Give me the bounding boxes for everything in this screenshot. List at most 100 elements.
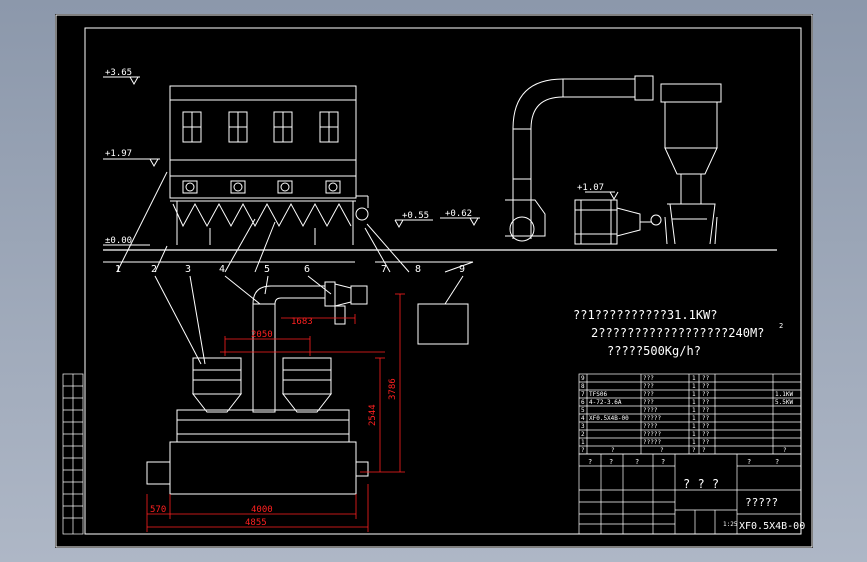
- parts-row-code: XF0.5X4B-00: [589, 415, 629, 422]
- parts-row-no: 5: [581, 407, 585, 414]
- parts-row-no: 4: [581, 415, 585, 422]
- title-small-label: ?: [747, 458, 751, 466]
- cyclone-separator: [650, 83, 722, 245]
- parts-row-qty: 1: [692, 415, 696, 422]
- parts-row-name: ???: [643, 383, 654, 390]
- parts-row-note: 5.5KW: [775, 399, 793, 406]
- dim-bed-length: 4000: [251, 505, 273, 515]
- parts-row-unit: ??: [702, 383, 710, 390]
- plan-dryer-body: [146, 409, 369, 495]
- parts-list-text: 9 ??? 1 ?? 8 ??? 1 ?? 7 TFS06 ??? 1 ?? 1…: [581, 375, 793, 454]
- callout-1: 1: [115, 264, 121, 275]
- drawing-number: XF0.5X4B-00: [739, 521, 805, 532]
- callout-2: 2: [151, 264, 157, 275]
- note-line-1: ??1??????????31.1KW?: [573, 308, 718, 322]
- parts-row-no: 1: [581, 439, 585, 446]
- parts-list-grid: [578, 373, 802, 455]
- plan-hoppers: [191, 357, 333, 413]
- level-fan-label: +1.07: [577, 183, 604, 193]
- parts-row-name: ?????: [643, 431, 661, 438]
- parts-row-unit: ??: [702, 439, 710, 446]
- callout-9: 9: [459, 264, 465, 275]
- parts-row-name: ????: [643, 423, 658, 430]
- parts-row-no: 8: [581, 383, 585, 390]
- title-small-label: ?: [609, 458, 613, 466]
- parts-row-name: ???: [643, 375, 654, 382]
- title-block-text: ? ? ? ? ? ? ? ? ? ????? 1:25 XF0.5X4B-00: [588, 458, 805, 532]
- parts-row-note: 1.1KW: [775, 391, 793, 398]
- parts-row-no: 9: [581, 375, 585, 382]
- level-mid-label: +1.97: [105, 149, 132, 159]
- parts-row-qty: 1: [692, 439, 696, 446]
- level-top-label: +3.65: [105, 68, 132, 78]
- dimension-text: 1683 2050 3786 2544 570 4000 4855: [150, 317, 398, 528]
- parts-row-unit: ??: [702, 375, 710, 382]
- level-marker-mid: +1.97: [103, 149, 160, 168]
- parts-header-col: ?: [581, 447, 585, 454]
- drawing-sheet: +3.65 +1.97 ±0.00 +0.55 +0.62 +1.07 1 2 …: [55, 14, 813, 548]
- parts-row-qty: 1: [692, 375, 696, 382]
- parts-row-qty: 1: [692, 383, 696, 390]
- dimension-lines: [146, 293, 405, 532]
- parts-row-qty: 1: [692, 399, 696, 406]
- parts-header-col: ?: [702, 447, 706, 454]
- dim-inner-width: 2050: [251, 330, 273, 340]
- parts-row-no: 3: [581, 423, 585, 430]
- margin-strip: [62, 373, 84, 535]
- parts-row-unit: ??: [702, 415, 710, 422]
- parts-row-no: 2: [581, 431, 585, 438]
- parts-row-qty: 1: [692, 423, 696, 430]
- company-name: ?????: [745, 496, 778, 509]
- parts-row-name: ?????: [643, 439, 661, 446]
- parts-row-name: ???: [643, 391, 654, 398]
- level-duct-label: +0.62: [445, 209, 472, 219]
- parts-row-qty: 1: [692, 431, 696, 438]
- callout-leaders: [103, 171, 474, 273]
- level-marker-base: ±0.00: [103, 236, 150, 246]
- cad-drawing: +3.65 +1.97 ±0.00 +0.55 +0.62 +1.07 1 2 …: [55, 14, 813, 548]
- parts-row-name: ????: [643, 407, 658, 414]
- induced-fan: +1.07: [574, 183, 651, 245]
- callout-3: 3: [185, 264, 191, 275]
- callout-numbers: 1 2 3 4 5 6 7 8 9: [115, 264, 465, 275]
- callout-6: 6: [304, 264, 310, 275]
- parts-row-name: ?????: [643, 415, 661, 422]
- title-small-label: ?: [588, 458, 592, 466]
- level-marker-feeder: +0.55: [394, 211, 433, 229]
- dryer-hood: [169, 85, 357, 177]
- parts-header-col: ?: [611, 447, 615, 454]
- outer-frame: [55, 14, 813, 548]
- parts-row-no: 7: [581, 391, 585, 398]
- dim-overall-length: 4855: [245, 518, 267, 528]
- scale-label: 1:25: [723, 521, 738, 528]
- parts-row-unit: ??: [702, 431, 710, 438]
- parts-row-unit: ??: [702, 423, 710, 430]
- dim-height-total: 3786: [388, 378, 398, 400]
- component-9-box: [417, 303, 469, 345]
- drawing-title: ? ? ?: [683, 477, 719, 491]
- title-small-label: ?: [661, 458, 665, 466]
- callout-5: 5: [264, 264, 270, 275]
- callout-7: 7: [381, 264, 387, 275]
- level-marker-duct: +0.62: [440, 209, 480, 227]
- parts-row-qty: 1: [692, 391, 696, 398]
- title-small-label: ?: [775, 458, 779, 466]
- callout-4: 4: [219, 264, 225, 275]
- level-base-label: ±0.00: [105, 236, 132, 246]
- air-duct: [505, 75, 654, 242]
- parts-header-col: ?: [660, 447, 664, 454]
- title-small-label: ?: [635, 458, 639, 466]
- note-line-3: ?????500Kg/h?: [607, 344, 701, 358]
- note-line-2-sup: 2: [779, 322, 783, 330]
- vibrating-bed: [169, 175, 369, 245]
- parts-row-code: 4-72-3.6A: [589, 399, 622, 406]
- inner-frame: [84, 27, 802, 535]
- parts-row-no: 6: [581, 399, 585, 406]
- dim-offset-left: 570: [150, 505, 166, 515]
- parts-row-qty: 1: [692, 407, 696, 414]
- level-marker-top: +3.65: [103, 68, 140, 86]
- parts-header-col: ?: [783, 447, 787, 454]
- parts-row-unit: ??: [702, 399, 710, 406]
- parts-row-unit: ??: [702, 407, 710, 414]
- parts-row-code: TFS06: [589, 391, 607, 398]
